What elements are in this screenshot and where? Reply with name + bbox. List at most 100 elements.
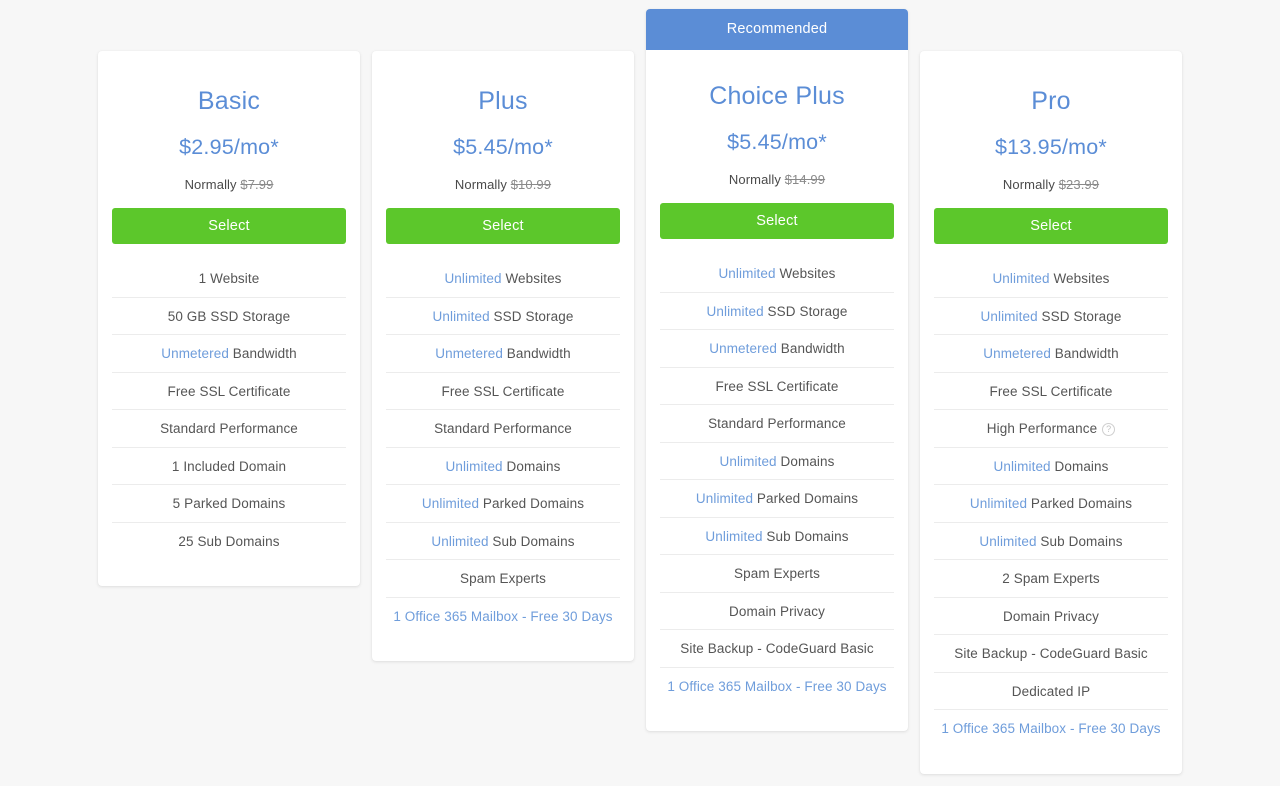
feature-item: Unlimited Sub Domains <box>660 518 894 555</box>
plan-card-choice-plus: Recommended Choice Plus $5.45/mo* Normally … <box>646 9 908 731</box>
feature-label: Websites <box>1049 271 1110 286</box>
feature-label: Bandwidth <box>502 346 571 361</box>
plan-card-pro: Pro $13.95/mo* Normally $23.99 Select Unlimi… <box>920 51 1182 774</box>
feature-highlight-word: Unlimited <box>445 458 503 474</box>
card-bottom-spacer <box>934 748 1168 774</box>
feature-label: Site Backup - CodeGuard Basic <box>954 646 1148 661</box>
feature-highlight-word: Unmetered <box>983 346 1051 361</box>
feature-highlight-word: Unlimited <box>695 491 754 506</box>
feature-label: 1 Website <box>198 271 260 286</box>
feature-label: 1 Office 365 Mailbox - Free 30 Days <box>667 678 887 694</box>
feature-item: Unlimited SSD Storage <box>386 298 620 335</box>
feature-label: Standard Performance <box>434 421 572 436</box>
feature-highlight-word: Unlimited <box>992 271 1050 286</box>
select-button[interactable]: Select <box>112 208 346 244</box>
plan-price: $5.45/mo* <box>453 135 553 159</box>
select-button[interactable]: Select <box>386 208 620 244</box>
feature-item: Unmetered Bandwidth <box>934 335 1168 373</box>
feature-label: High Performance <box>986 421 1098 436</box>
feature-highlight-word: Unlimited <box>432 308 490 324</box>
feature-item: Free SSL Certificate <box>386 373 620 410</box>
feature-item: Unlimited Parked Domains <box>934 485 1168 523</box>
feature-item: Unlimited Domains <box>660 443 894 480</box>
feature-label: Free SSL Certificate <box>715 378 839 394</box>
feature-item-link[interactable]: 1 Office 365 Mailbox - Free 30 Days <box>660 668 894 706</box>
plan-price: $13.95/mo* <box>995 135 1107 159</box>
feature-item: Unlimited Websites <box>660 255 894 293</box>
recommended-badge: Recommended <box>646 9 908 50</box>
feature-item-link[interactable]: 1 Office 365 Mailbox - Free 30 Days <box>934 710 1168 748</box>
feature-label: 50 GB SSD Storage <box>167 308 291 324</box>
feature-label: SSD Storage <box>1037 308 1122 324</box>
feature-item: Site Backup - CodeGuard Basic <box>934 635 1168 673</box>
feature-item-link[interactable]: 1 Office 365 Mailbox - Free 30 Days <box>386 598 620 636</box>
feature-item: Unlimited SSD Storage <box>934 298 1168 335</box>
plan-card-basic: Basic $2.95/mo* Normally $7.99 Select 1 Webs… <box>98 51 360 586</box>
feature-label: Domain Privacy <box>1003 608 1099 624</box>
feature-label: Free SSL Certificate <box>441 383 565 399</box>
feature-list: Unlimited Websites Unlimited SSD Storage U… <box>934 260 1168 748</box>
feature-label: 1 Included Domain <box>171 458 287 474</box>
feature-label: Site Backup - CodeGuard Basic <box>680 641 874 656</box>
feature-label: Free SSL Certificate <box>989 383 1113 399</box>
plan-name: Pro <box>1031 87 1071 115</box>
feature-label: 2 Spam Experts <box>1002 571 1100 586</box>
normally-price-row: Normally $23.99 <box>1003 177 1099 192</box>
original-price: $7.99 <box>240 177 274 192</box>
feature-item: Free SSL Certificate <box>934 373 1168 410</box>
feature-highlight-word: Unmetered <box>161 346 229 361</box>
card-bottom-spacer <box>112 560 346 586</box>
normally-label: Normally <box>454 177 507 192</box>
original-price: $10.99 <box>510 177 552 192</box>
feature-item: 1 Website <box>112 260 346 298</box>
feature-item: Free SSL Certificate <box>660 368 894 405</box>
feature-highlight-word: Unmetered <box>709 341 777 356</box>
original-price: $23.99 <box>1058 177 1100 192</box>
feature-label: Parked Domains <box>479 496 585 511</box>
feature-highlight-word: Unlimited <box>421 496 480 511</box>
feature-label: Dedicated IP <box>1011 683 1091 699</box>
feature-item: Unlimited Parked Domains <box>386 485 620 523</box>
feature-item: Standard Performance <box>660 405 894 443</box>
feature-label: Standard Performance <box>708 416 846 431</box>
feature-item: 5 Parked Domains <box>112 485 346 523</box>
help-question-icon[interactable]: ? <box>1102 422 1116 436</box>
feature-item: Unlimited Sub Domains <box>386 523 620 560</box>
plan-name: Choice Plus <box>709 82 845 110</box>
feature-item: Domain Privacy <box>660 593 894 630</box>
plan-card-body: Basic $2.95/mo* Normally $7.99 Select 1 Webs… <box>112 51 346 586</box>
feature-item: High Performance? <box>934 410 1168 448</box>
feature-label: SSD Storage <box>489 308 574 324</box>
feature-list: 1 Website 50 GB SSD Storage Unmetered Band… <box>112 260 346 560</box>
feature-label: 1 Office 365 Mailbox - Free 30 Days <box>941 721 1161 736</box>
feature-item: Standard Performance <box>112 410 346 448</box>
card-bottom-spacer <box>386 635 620 661</box>
feature-item: Standard Performance <box>386 410 620 448</box>
normally-price-row: Normally $14.99 <box>729 172 825 187</box>
feature-item: Unlimited Websites <box>386 260 620 298</box>
feature-highlight-word: Unlimited <box>719 453 777 469</box>
feature-item: Unlimited Domains <box>934 448 1168 485</box>
feature-item: Unmetered Bandwidth <box>112 335 346 373</box>
feature-label: Spam Experts <box>460 571 546 586</box>
plan-name: Basic <box>197 87 261 115</box>
feature-label: Spam Experts <box>734 566 820 581</box>
plan-card-plus: Plus $5.45/mo* Normally $10.99 Select Unlimi… <box>372 51 634 661</box>
select-button[interactable]: Select <box>934 208 1168 244</box>
feature-label: Sub Domains <box>1036 533 1123 549</box>
feature-item: Domain Privacy <box>934 598 1168 635</box>
feature-highlight-word: Unlimited <box>431 533 489 549</box>
card-bottom-spacer <box>660 705 894 731</box>
feature-item: 50 GB SSD Storage <box>112 298 346 335</box>
select-button[interactable]: Select <box>660 203 894 239</box>
feature-highlight-word: Unlimited <box>980 308 1038 324</box>
feature-item: Unlimited Sub Domains <box>934 523 1168 560</box>
feature-label: Websites <box>501 271 562 286</box>
feature-label: Bandwidth <box>1050 346 1119 361</box>
feature-label: SSD Storage <box>763 303 848 319</box>
feature-label: Domains <box>1050 458 1109 474</box>
plan-price: $2.95/mo* <box>179 135 279 159</box>
feature-highlight-word: Unlimited <box>979 533 1037 549</box>
normally-price-row: Normally $10.99 <box>455 177 551 192</box>
feature-label: 1 Office 365 Mailbox - Free 30 Days <box>393 608 613 624</box>
